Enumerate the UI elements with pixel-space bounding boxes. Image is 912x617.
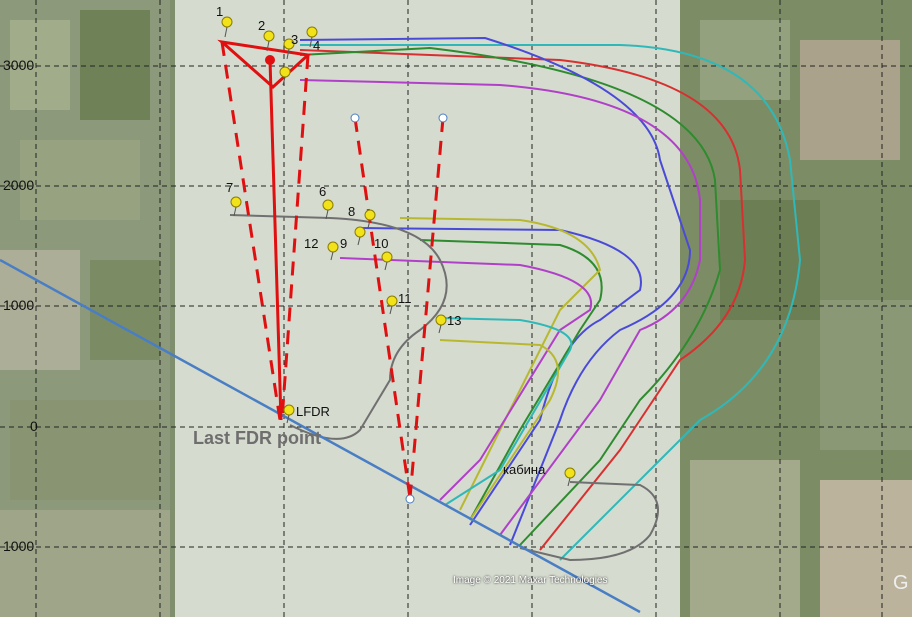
y-tick-1000: 1000 [3, 297, 35, 313]
pin-label-7[interactable]: 7 [226, 180, 233, 195]
y-tick-neg-1000: 1000 [3, 538, 35, 554]
pin-label-6[interactable]: 6 [319, 184, 326, 199]
pin-label-13[interactable]: 13 [447, 313, 461, 328]
last-fdr-point-label: Last FDR point [193, 428, 321, 448]
y-tick-0: 0 [30, 418, 38, 434]
y-tick-3000: 3000 [3, 57, 35, 73]
pin-label-lfdr[interactable]: LFDR [296, 404, 330, 419]
pin-label-11[interactable]: 11 [398, 291, 412, 306]
pin-label-cabin[interactable]: кабина [503, 462, 545, 477]
pin-label-12[interactable]: 12 [304, 236, 318, 251]
map-view[interactable]: 3000 2000 1000 0 1000 1 2 3 4 6 7 8 9 10… [0, 0, 912, 617]
y-tick-2000: 2000 [3, 177, 35, 193]
pin-label-4[interactable]: 4 [313, 38, 320, 53]
pin-label-3[interactable]: 3 [291, 32, 298, 47]
pin-label-10[interactable]: 10 [374, 236, 388, 251]
red-point [265, 55, 275, 65]
map-logo: G [893, 572, 909, 594]
pin-label-8[interactable]: 8 [348, 204, 355, 219]
imagery-attribution: Image © 2021 Maxar Technologies [453, 575, 608, 586]
pin-label-9[interactable]: 9 [340, 236, 347, 251]
satellite-map[interactable] [0, 0, 912, 617]
pin-label-2[interactable]: 2 [258, 18, 265, 33]
pin-label-1[interactable]: 1 [216, 4, 223, 19]
